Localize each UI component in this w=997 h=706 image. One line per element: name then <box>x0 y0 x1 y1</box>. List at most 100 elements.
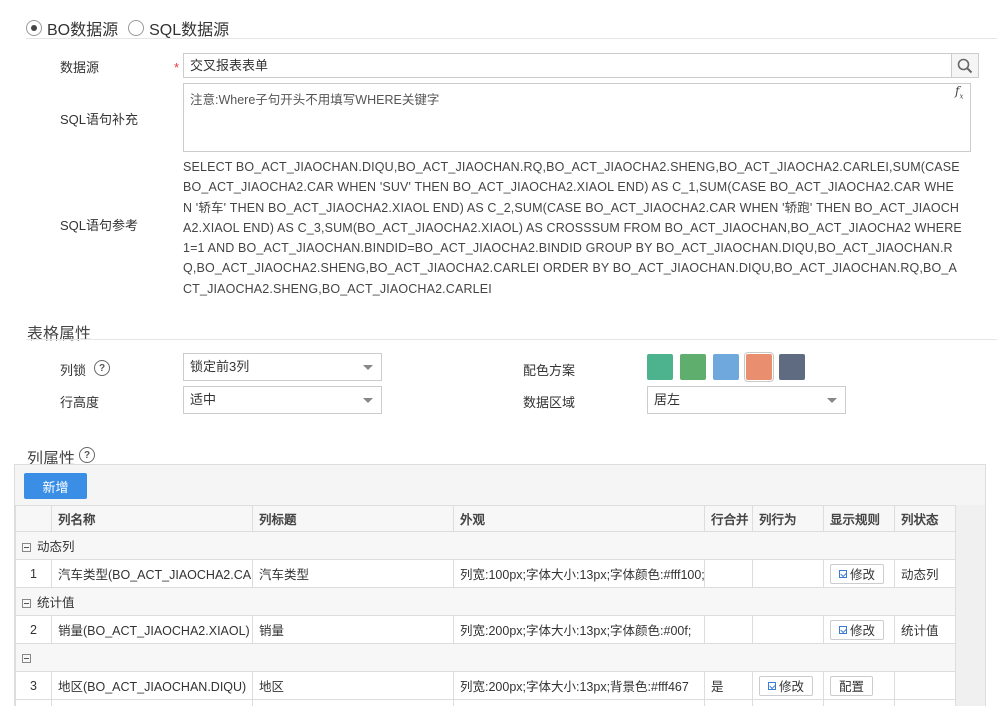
datasource-type-radio-group: BO数据源 SQL数据源 <box>26 16 229 40</box>
edit-icon <box>839 625 847 634</box>
cell-col-behavior: 修改 <box>752 671 824 700</box>
cell-appearance: 列宽:100px;字体大小:13px;字体颜色:#fff100; <box>453 559 705 588</box>
header-row-merge: 行合并 <box>704 505 753 532</box>
row-number: 3 <box>15 671 52 700</box>
color-swatch-2[interactable] <box>680 354 706 380</box>
divider <box>26 38 997 39</box>
radio-unchecked-icon[interactable] <box>128 20 145 36</box>
table-row[interactable]: 1 汽车类型(BO_ACT_JIAOCHA2.CAR) 汽车类型 列宽:100p… <box>15 559 955 588</box>
cell-appearance: 列宽:200px;字体大小:13px;字体颜色:#00f; <box>453 615 705 644</box>
cell-col-behavior <box>752 559 824 588</box>
configure-button[interactable]: 配置 <box>830 675 874 696</box>
header-col-status: 列状态 <box>894 505 955 532</box>
col-lock-select[interactable]: 锁定前3列 <box>183 353 382 381</box>
color-swatch-1[interactable] <box>647 354 673 380</box>
required-mark: * <box>174 60 180 75</box>
grid-scroll-gutter <box>955 505 985 706</box>
sql-reference-label: SQL语句参考 <box>60 218 139 233</box>
formula-icon[interactable]: fx <box>955 84 969 100</box>
collapse-icon[interactable] <box>22 599 31 609</box>
radio-bo-datasource[interactable]: BO数据源 <box>26 16 118 40</box>
radio-bo-label: BO数据源 <box>47 22 119 39</box>
add-column-button[interactable]: 新增 <box>24 473 87 499</box>
datasource-input[interactable]: 交叉报表表单 <box>183 53 952 78</box>
col-lock-label: 列锁 <box>60 363 87 378</box>
row-number: 1 <box>15 559 52 588</box>
search-icon <box>957 58 973 73</box>
cell-col-status <box>894 699 955 706</box>
collapse-icon[interactable] <box>22 653 31 663</box>
header-col-title: 列标题 <box>252 505 454 532</box>
header-appearance: 外观 <box>453 505 705 532</box>
cell-col-title: 地区 <box>252 671 454 700</box>
color-scheme-label: 配色方案 <box>523 363 576 378</box>
row-height-value: 适中 <box>190 392 217 407</box>
group-row[interactable] <box>15 643 955 672</box>
cell-row-merge <box>704 559 753 588</box>
cell-col-title: 汽车类型 <box>252 559 454 588</box>
cell-col-status: 统计值 <box>894 615 955 644</box>
table-row[interactable] <box>15 699 955 706</box>
caret-down-icon <box>363 365 373 370</box>
table-props-title: 表格属性 <box>27 326 92 343</box>
help-icon[interactable]: ? <box>79 447 95 463</box>
row-height-select[interactable]: 适中 <box>183 386 382 414</box>
data-area-label: 数据区域 <box>523 395 576 410</box>
cell-appearance: 列宽:200px;字体大小:13px;背景色:#fff467 <box>453 671 705 700</box>
cell-col-behavior <box>752 615 824 644</box>
radio-sql-datasource[interactable]: SQL数据源 <box>128 16 229 40</box>
divider <box>26 339 997 340</box>
cell-row-merge <box>704 615 753 644</box>
group-row[interactable]: 统计值 <box>15 587 955 616</box>
sql-supplement-label: SQL语句补充 <box>60 112 139 127</box>
sql-reference-text: SELECT BO_ACT_JIAOCHAN.DIQU,BO_ACT_JIAOC… <box>183 160 962 296</box>
datasource-label: 数据源 <box>60 60 100 75</box>
color-swatch-4-selected[interactable] <box>744 352 774 382</box>
search-button[interactable] <box>951 53 979 78</box>
caret-down-icon <box>363 398 373 403</box>
cell-col-name: 汽车类型(BO_ACT_JIAOCHA2.CAR) <box>51 559 253 588</box>
cell-appearance <box>453 699 705 706</box>
radio-checked-icon[interactable] <box>26 20 42 36</box>
edit-behavior-label: 修改 <box>779 680 805 694</box>
cell-col-status: 动态列 <box>894 559 955 588</box>
header-col-behavior: 列行为 <box>752 505 824 532</box>
header-col-name: 列名称 <box>51 505 253 532</box>
color-swatch-5[interactable] <box>779 354 805 380</box>
data-area-select[interactable]: 居左 <box>647 386 846 414</box>
row-height-label: 行高度 <box>60 395 100 410</box>
group-header[interactable] <box>15 643 955 672</box>
cell-col-name <box>51 699 253 706</box>
table-row[interactable]: 3 地区(BO_ACT_JIAOCHAN.DIQU) 地区 列宽:200px;字… <box>15 671 955 700</box>
edit-behavior-button[interactable]: 修改 <box>759 675 814 696</box>
edit-rule-label: 修改 <box>850 568 876 582</box>
edit-rule-label: 修改 <box>850 624 876 638</box>
radio-sql-label: SQL数据源 <box>149 22 230 39</box>
row-number: 2 <box>15 615 52 644</box>
sql-supplement-textarea[interactable]: 注意:Where子句开头不用填写WHERE关键字 <box>183 83 971 152</box>
cell-col-name: 销量(BO_ACT_JIAOCHA2.XIAOL) <box>51 615 253 644</box>
edit-rule-button[interactable]: 修改 <box>830 563 885 584</box>
cell-display-rule: 修改 <box>823 559 895 588</box>
color-swatch-3[interactable] <box>713 354 739 380</box>
cell-row-merge: 是 <box>704 671 753 700</box>
edit-icon <box>839 569 847 578</box>
edit-rule-button[interactable]: 修改 <box>830 619 885 640</box>
group-row[interactable]: 动态列 <box>15 531 955 560</box>
cell-col-title <box>252 699 454 706</box>
help-icon[interactable]: ? <box>94 360 110 376</box>
row-number <box>15 699 52 706</box>
group-header[interactable]: 动态列 <box>15 531 955 560</box>
cell-row-merge <box>704 699 753 706</box>
data-area-value: 居左 <box>654 392 681 407</box>
group-name: 统计值 <box>37 596 75 610</box>
edit-icon <box>768 681 776 690</box>
grid-header-row: 列名称 列标题 外观 行合并 列行为 显示规则 列状态 <box>15 505 955 532</box>
cell-col-behavior <box>752 699 824 706</box>
group-name: 动态列 <box>37 540 75 554</box>
group-header[interactable]: 统计值 <box>15 587 955 616</box>
table-row[interactable]: 2 销量(BO_ACT_JIAOCHA2.XIAOL) 销量 列宽:200px;… <box>15 615 955 644</box>
collapse-icon[interactable] <box>22 543 31 553</box>
header-display-rule: 显示规则 <box>823 505 895 532</box>
caret-down-icon <box>827 398 837 403</box>
